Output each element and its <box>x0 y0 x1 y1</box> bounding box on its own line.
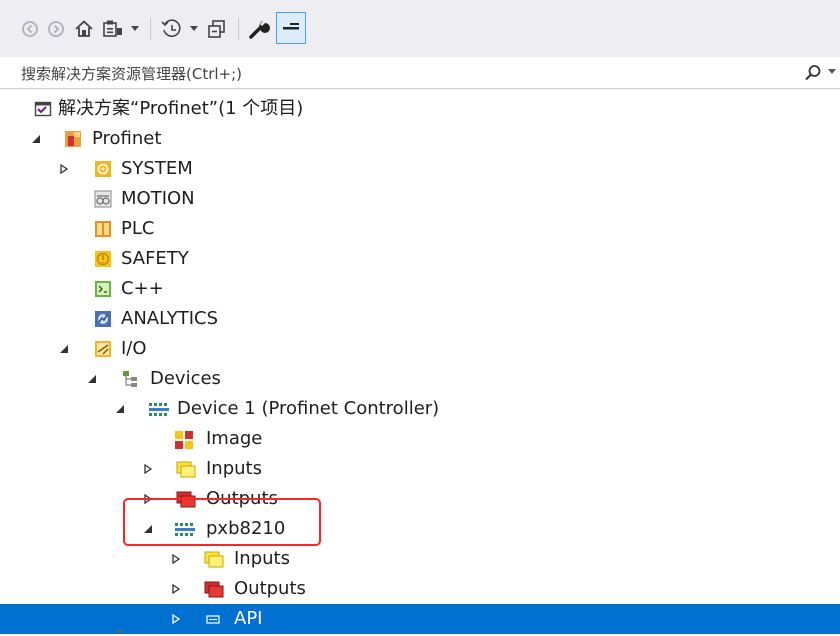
tree-node-motion[interactable]: MOTION <box>0 184 840 214</box>
tree-node-label: I/O <box>121 338 147 359</box>
expanded-arrow-icon[interactable] <box>30 133 42 145</box>
tree-node-cpp[interactable]: C++ <box>0 274 840 304</box>
collapse-all-button[interactable] <box>203 13 231 45</box>
tree-node-device-1[interactable]: Device 1 (Profinet Controller) <box>0 394 840 424</box>
tree-node-plc[interactable]: PLC <box>0 214 840 244</box>
api-icon <box>206 610 224 628</box>
forward-button[interactable] <box>44 13 68 45</box>
search-bar[interactable]: 搜索解决方案资源管理器(Ctrl+;) <box>0 57 840 89</box>
tree-node-label: Inputs <box>206 458 262 479</box>
tree-node-outputs[interactable]: Outputs <box>0 574 840 604</box>
expanded-arrow-icon[interactable] <box>114 403 126 415</box>
expanded-arrow-icon[interactable] <box>86 373 98 385</box>
profinet-device-icon <box>148 400 169 418</box>
properties-button[interactable] <box>245 13 273 45</box>
collapsed-arrow-icon[interactable] <box>142 463 154 475</box>
collapsed-arrow-icon[interactable] <box>58 163 70 175</box>
forward-icon <box>47 20 65 38</box>
back-icon <box>21 20 39 38</box>
tree-node-io[interactable]: I/O <box>0 334 840 364</box>
switch-views-button[interactable] <box>99 13 127 45</box>
project-icon <box>64 130 82 148</box>
tree-node-solution[interactable]: 解决方案“Profinet”(1 个项目) <box>0 94 840 124</box>
outputs-icon <box>204 580 224 598</box>
search-input[interactable]: 搜索解决方案资源管理器(Ctrl+;) <box>21 63 242 84</box>
devices-icon <box>122 370 140 388</box>
highlight-box <box>123 498 321 546</box>
back-button[interactable] <box>18 13 42 45</box>
tree-node-label: C++ <box>121 278 164 299</box>
home-icon <box>74 19 94 39</box>
tree-node-inputs[interactable]: Inputs <box>0 544 840 574</box>
solution-tree: 解决方案“Profinet”(1 个项目) Profinet SYSTEM MO… <box>0 93 840 635</box>
collapsed-arrow-icon[interactable] <box>170 553 182 565</box>
search-icon[interactable] <box>804 64 822 86</box>
switch-views-icon <box>102 19 124 39</box>
tree-node-analytics[interactable]: ANALYTICS <box>0 304 840 334</box>
tree-node-profinet[interactable]: Profinet <box>0 124 840 154</box>
chevron-down-icon <box>190 26 198 32</box>
inputs-icon <box>176 460 196 478</box>
image-icon <box>174 430 193 449</box>
collapse-all-icon <box>207 19 227 39</box>
tree-node-label: Image <box>206 428 263 449</box>
tree-node-devices[interactable]: Devices <box>0 364 840 394</box>
safety-icon <box>94 250 112 268</box>
cpp-icon <box>94 280 112 298</box>
chevron-down-icon <box>131 26 139 32</box>
properties-icon <box>248 18 270 40</box>
tree-node-inputs[interactable]: Inputs <box>0 454 840 484</box>
tree-node-label: Outputs <box>234 578 306 599</box>
expanded-arrow-icon[interactable] <box>58 343 70 355</box>
collapsed-arrow-icon[interactable] <box>170 583 182 595</box>
plc-icon <box>94 220 112 238</box>
partial-arc-icon <box>116 630 124 636</box>
tree-node-system[interactable]: SYSTEM <box>0 154 840 184</box>
tree-node-label: SAFETY <box>121 248 189 269</box>
tree-node-label: 解决方案“Profinet”(1 个项目) <box>58 98 304 119</box>
tree-node-label: Device 1 (Profinet Controller) <box>177 398 440 419</box>
preview-button[interactable] <box>276 12 306 44</box>
toolbar-separator <box>238 18 239 40</box>
tree-node-safety[interactable]: SAFETY <box>0 244 840 274</box>
solution-explorer-toolbar <box>0 0 840 57</box>
io-icon <box>94 340 112 358</box>
motion-icon <box>94 190 112 208</box>
inputs-icon <box>204 550 224 568</box>
toolbar-separator <box>150 18 151 40</box>
tree-node-image[interactable]: Image <box>0 424 840 454</box>
tree-node-label: Profinet <box>92 128 162 149</box>
tree-node-label: SYSTEM <box>121 158 193 179</box>
pending-changes-icon <box>161 18 183 40</box>
tree-node-label: Inputs <box>234 548 290 569</box>
tree-node-label: Devices <box>150 368 221 389</box>
tree-node-api[interactable]: API <box>0 604 840 634</box>
solution-icon <box>34 100 52 118</box>
switch-views-dropdown[interactable] <box>128 13 142 45</box>
tree-node-label: ANALYTICS <box>121 308 219 329</box>
tree-node-label: PLC <box>121 218 155 239</box>
home-button[interactable] <box>71 13 97 45</box>
pending-changes-button[interactable] <box>158 13 186 45</box>
analytics-icon <box>94 310 112 328</box>
tree-node-label: API <box>234 608 263 629</box>
preview-icon <box>281 22 301 34</box>
pending-changes-dropdown[interactable] <box>187 13 201 45</box>
system-icon <box>94 160 112 178</box>
tree-node-label: MOTION <box>121 188 195 209</box>
chevron-down-icon[interactable] <box>828 67 836 78</box>
collapsed-arrow-icon[interactable] <box>170 613 182 625</box>
